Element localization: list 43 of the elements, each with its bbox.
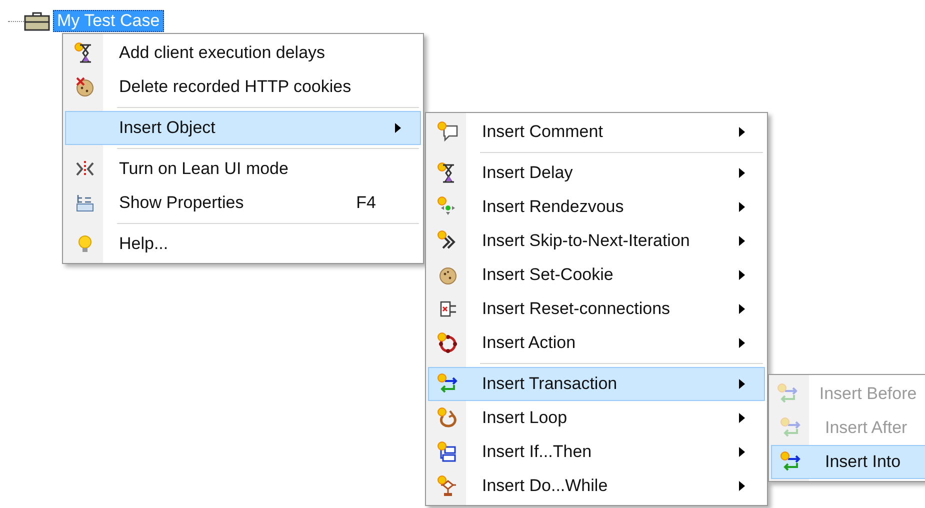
flowchart-icon bbox=[436, 475, 458, 497]
menu-item[interactable]: Delete recorded HTTP cookies bbox=[65, 70, 421, 104]
menu-item[interactable]: Insert Action bbox=[428, 326, 765, 360]
menu-item[interactable]: Insert Reset-connections bbox=[428, 292, 765, 326]
caret-icon bbox=[739, 338, 745, 348]
caret-icon bbox=[739, 379, 745, 389]
branch-icon bbox=[436, 441, 458, 463]
caret-icon bbox=[739, 236, 745, 246]
caret-icon bbox=[739, 481, 745, 491]
caret-icon bbox=[739, 127, 745, 137]
cookie-icon bbox=[74, 76, 96, 98]
swap-arrows-icon bbox=[780, 451, 802, 473]
caret-icon bbox=[395, 123, 401, 133]
briefcase-icon bbox=[24, 11, 50, 31]
menu-item[interactable]: Insert Loop bbox=[428, 401, 765, 435]
ring-icon bbox=[436, 332, 458, 354]
swap-arrows-icon bbox=[776, 383, 799, 405]
shortcut-label: F4 bbox=[356, 192, 376, 214]
menu-item[interactable]: Insert Rendezvous bbox=[428, 190, 765, 224]
speech-bubble-icon bbox=[436, 121, 458, 143]
caret-icon bbox=[739, 413, 745, 423]
menu-item[interactable]: Insert Skip-to-Next-Iteration bbox=[428, 224, 765, 258]
menu-item[interactable]: Insert If...Then bbox=[428, 435, 765, 469]
loop-arrow-icon bbox=[436, 407, 458, 429]
caret-icon bbox=[739, 168, 745, 178]
caret-icon bbox=[739, 202, 745, 212]
menu-item[interactable]: Turn on Lean UI mode bbox=[65, 152, 421, 186]
caret-icon bbox=[739, 447, 745, 457]
menu-item[interactable]: Add client execution delays bbox=[65, 36, 421, 70]
menu-item[interactable]: Insert Delay bbox=[428, 156, 765, 190]
menu-item[interactable]: Show Properties F4 bbox=[65, 186, 421, 220]
caret-icon bbox=[739, 270, 745, 280]
menu-item[interactable]: Insert Comment bbox=[428, 115, 765, 149]
menu-item[interactable]: Insert Transaction bbox=[428, 367, 765, 401]
caret-icon bbox=[739, 304, 745, 314]
menu-item[interactable]: Insert Set-Cookie bbox=[428, 258, 765, 292]
menu-item[interactable]: Help... bbox=[65, 227, 421, 261]
swap-arrows-icon bbox=[436, 373, 458, 395]
menu-item[interactable]: Insert Do...While bbox=[428, 469, 765, 503]
properties-icon bbox=[74, 192, 96, 214]
menu-item[interactable]: Insert Into bbox=[771, 445, 925, 479]
swap-arrows-icon bbox=[780, 417, 802, 439]
menu-item[interactable]: Insert Object bbox=[65, 111, 421, 145]
